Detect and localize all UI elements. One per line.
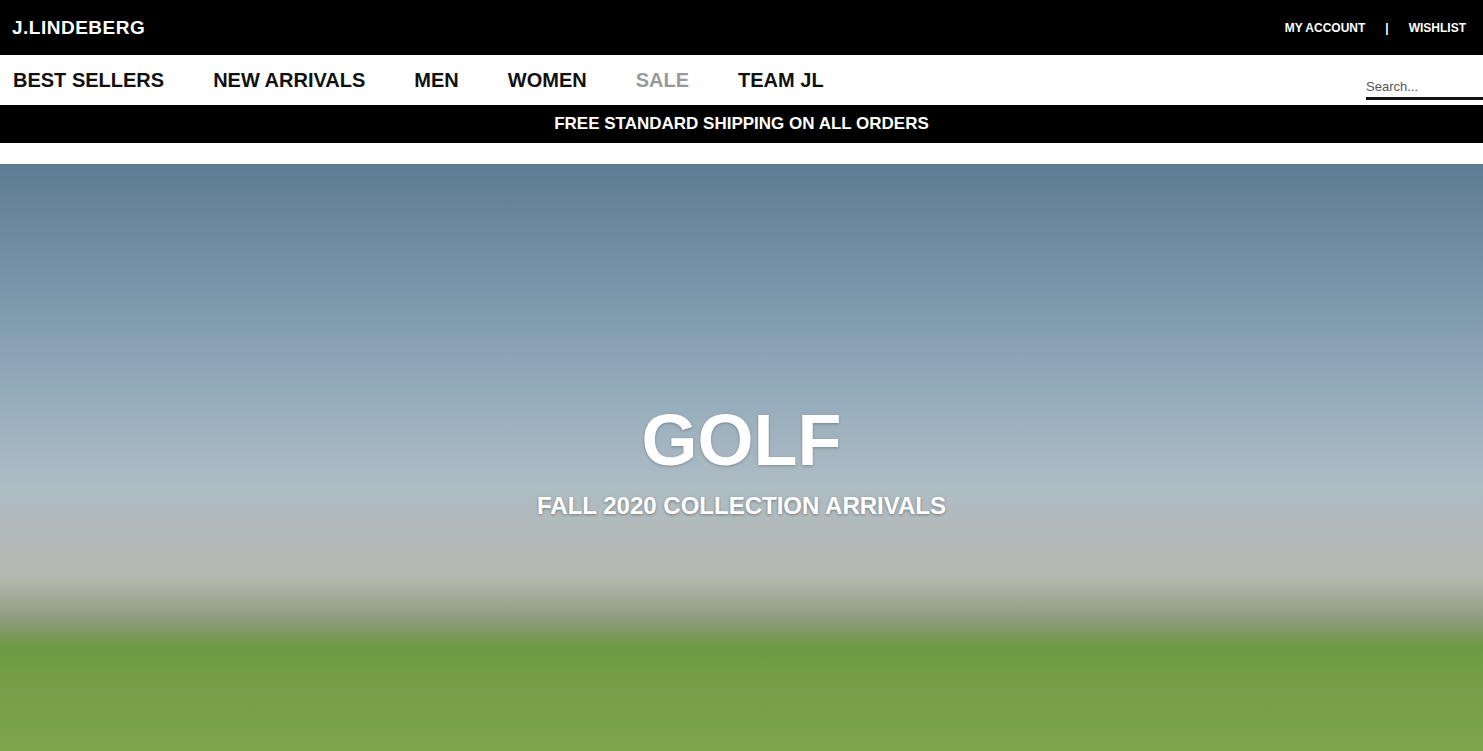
hero-title: GOLF (642, 404, 842, 476)
logo[interactable]: J.LINDEBERG (12, 17, 145, 39)
nav-item[interactable]: NEW ARRIVALS (213, 69, 365, 92)
nav-item[interactable]: SALE (636, 69, 689, 92)
search-input[interactable] (1366, 75, 1483, 100)
nav-item[interactable]: TEAM JL (738, 69, 824, 92)
link-separator: | (1385, 21, 1388, 35)
hero-banner[interactable]: GOLF FALL 2020 COLLECTION ARRIVALS (0, 164, 1483, 751)
page: J.LINDEBERG MY ACCOUNT | WISHLIST BEST SE… (0, 0, 1483, 751)
nav-item[interactable]: BEST SELLERS (13, 69, 164, 92)
top-bar: J.LINDEBERG MY ACCOUNT | WISHLIST (0, 0, 1483, 55)
account-link[interactable]: MY ACCOUNT (1285, 21, 1366, 35)
spacer (0, 143, 1483, 164)
account-link[interactable]: WISHLIST (1409, 21, 1466, 35)
account-links: MY ACCOUNT | WISHLIST (1285, 21, 1466, 35)
nav-item[interactable]: WOMEN (508, 69, 587, 92)
nav-item[interactable]: MEN (414, 69, 458, 92)
main-nav: BEST SELLERS NEW ARRIVALS MEN WOMEN SALE TEAM… (0, 55, 1483, 105)
shipping-banner: FREE STANDARD SHIPPING ON ALL ORDERS (0, 105, 1483, 143)
nav-items: BEST SELLERS NEW ARRIVALS MEN WOMEN SALE TEAM… (13, 69, 824, 92)
hero-subtitle: FALL 2020 COLLECTION ARRIVALS (537, 492, 946, 520)
